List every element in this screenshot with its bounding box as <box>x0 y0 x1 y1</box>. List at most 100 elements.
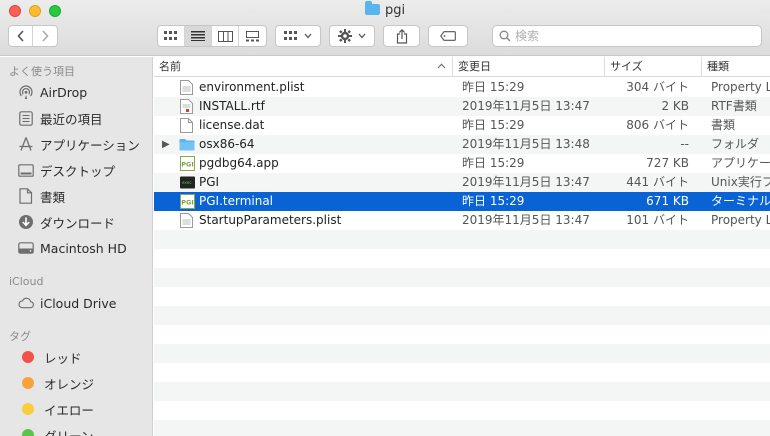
empty-row <box>154 230 770 249</box>
tag-dot-icon <box>22 377 34 389</box>
file-size: 671 KB <box>646 194 689 208</box>
file-name: PGI.terminal <box>199 194 274 208</box>
file-kind: アプリケーシ <box>711 156 770 170</box>
share-button[interactable] <box>383 25 420 47</box>
file-row[interactable]: license.dat 昨日 15:29 806 バイト 書類 <box>154 116 770 135</box>
file-kind: Unix実行フ <box>711 175 770 189</box>
column-header-date[interactable]: 変更日 <box>452 57 603 77</box>
column-header-kind[interactable]: 種類 <box>701 57 770 77</box>
file-date: 昨日 15:29 <box>462 118 525 132</box>
window-title: pgi <box>0 1 770 18</box>
sidebar-item-icloud-drive[interactable]: iCloud Drive <box>0 291 153 315</box>
navigation-buttons <box>8 25 58 47</box>
file-kind: RTF書類 <box>711 99 757 113</box>
disclosure-triangle-icon[interactable]: ▶ <box>162 135 170 154</box>
file-date: 2019年11月5日 13:48 <box>462 137 590 151</box>
pgi-app-icon: PGI <box>180 194 195 209</box>
column-header-label: 種類 <box>707 60 729 73</box>
icon-view-button[interactable] <box>158 26 185 46</box>
empty-row <box>154 363 770 382</box>
file-size: 2 KB <box>661 99 689 113</box>
chevron-down-icon <box>304 33 312 39</box>
column-header-label: サイズ <box>610 60 643 73</box>
empty-row <box>154 420 770 436</box>
column-header-size[interactable]: サイズ <box>604 57 700 77</box>
empty-row <box>154 287 770 306</box>
file-row[interactable]: StartupParameters.plist 2019年11月5日 13:47… <box>154 211 770 230</box>
gallery-view-button[interactable] <box>239 26 266 46</box>
sidebar-tag-green[interactable]: グリーン <box>0 423 153 436</box>
finder-window: pgi 検索 よく使う項目 AirDrop 最近の項目 アプリケーション デスク… <box>0 0 770 436</box>
sidebar-item-label: iCloud Drive <box>40 295 117 311</box>
sidebar-header-icloud: iCloud <box>9 275 44 288</box>
file-name: osx86-64 <box>199 137 255 151</box>
document-icon <box>180 118 193 133</box>
search-field[interactable] <box>492 25 762 47</box>
tag-dot-icon <box>22 351 34 363</box>
cloud-icon <box>18 295 34 311</box>
file-name: INSTALL.rtf <box>199 99 265 113</box>
sidebar-item-label: ダウンロード <box>40 215 116 231</box>
folder-icon <box>364 1 380 15</box>
svg-text:exec: exec <box>182 180 192 185</box>
list-view-button[interactable] <box>185 26 212 46</box>
file-kind: ターミナル設 <box>711 194 770 208</box>
sidebar-item-recents[interactable]: 最近の項目 <box>0 106 153 130</box>
sidebar-item-label: レッド <box>44 350 82 366</box>
column-view-button[interactable] <box>212 26 239 46</box>
gear-icon <box>338 29 352 43</box>
rtf-icon <box>180 99 193 114</box>
group-by-button[interactable] <box>275 25 321 47</box>
file-name: StartupParameters.plist <box>199 213 342 227</box>
gallery-icon <box>246 30 259 41</box>
file-row[interactable]: PGI pgdbg64.app 昨日 15:29 727 KB アプリケーシ <box>154 154 770 173</box>
sort-ascending-icon <box>437 61 446 72</box>
action-button[interactable] <box>329 25 375 47</box>
svg-text:PGI: PGI <box>181 199 194 207</box>
toolbar: pgi <box>0 0 770 56</box>
file-row-selected[interactable]: PGI PGI.terminal 昨日 15:29 671 KB ターミナル設 <box>154 192 770 211</box>
pgi-app-icon: PGI <box>180 156 195 171</box>
empty-row <box>154 249 770 268</box>
file-name: PGI <box>199 175 220 189</box>
sidebar-tag-yellow[interactable]: イエロー <box>0 397 153 421</box>
sidebar-item-airdrop[interactable]: AirDrop <box>0 80 153 104</box>
file-row[interactable]: INSTALL.rtf 2019年11月5日 13:47 2 KB RTF書類 <box>154 97 770 116</box>
file-date: 2019年11月5日 13:47 <box>462 213 590 227</box>
grid-icon <box>164 31 177 40</box>
file-size: 727 KB <box>646 156 689 170</box>
plist-icon <box>180 80 193 95</box>
empty-row <box>154 306 770 325</box>
sidebar-item-applications[interactable]: アプリケーション <box>0 132 153 156</box>
column-header-bar: 名前 変更日 サイズ 種類 <box>154 57 770 77</box>
sidebar-item-documents[interactable]: 書類 <box>0 184 153 208</box>
forward-button[interactable] <box>33 26 57 46</box>
sidebar-item-desktop[interactable]: デスクトップ <box>0 158 153 182</box>
grid-icon <box>284 31 297 40</box>
back-button[interactable] <box>9 26 34 46</box>
sidebar-item-label: AirDrop <box>40 84 88 100</box>
file-row[interactable]: exec PGI 2019年11月5日 13:47 441 バイト Unix実行… <box>154 173 770 192</box>
sidebar-item-downloads[interactable]: ダウンロード <box>0 210 153 234</box>
plist-icon <box>180 213 193 228</box>
file-row[interactable]: environment.plist 昨日 15:29 304 バイト Prope… <box>154 78 770 97</box>
sidebar-item-label: 最近の項目 <box>40 111 103 127</box>
column-header-label: 名前 <box>159 60 181 73</box>
file-name: license.dat <box>199 118 265 132</box>
search-input[interactable] <box>515 29 745 43</box>
column-header-name[interactable]: 名前 <box>154 57 451 77</box>
tag-dot-icon <box>22 429 34 436</box>
tag-icon <box>440 31 456 41</box>
sidebar-tag-red[interactable]: レッド <box>0 345 153 369</box>
folder-icon <box>179 139 195 151</box>
sidebar-header-favorites: よく使う項目 <box>9 65 75 78</box>
search-icon <box>499 30 511 42</box>
chevron-down-icon <box>358 33 366 39</box>
file-row[interactable]: ▶ osx86-64 2019年11月5日 13:48 -- フォルダ <box>154 135 770 154</box>
airdrop-icon <box>18 84 34 100</box>
empty-row <box>154 268 770 287</box>
sidebar-tag-orange[interactable]: オレンジ <box>0 371 153 395</box>
sidebar-item-macintosh-hd[interactable]: Macintosh HD <box>0 236 153 260</box>
edit-tags-button[interactable] <box>428 25 468 47</box>
columns-icon <box>217 30 233 42</box>
